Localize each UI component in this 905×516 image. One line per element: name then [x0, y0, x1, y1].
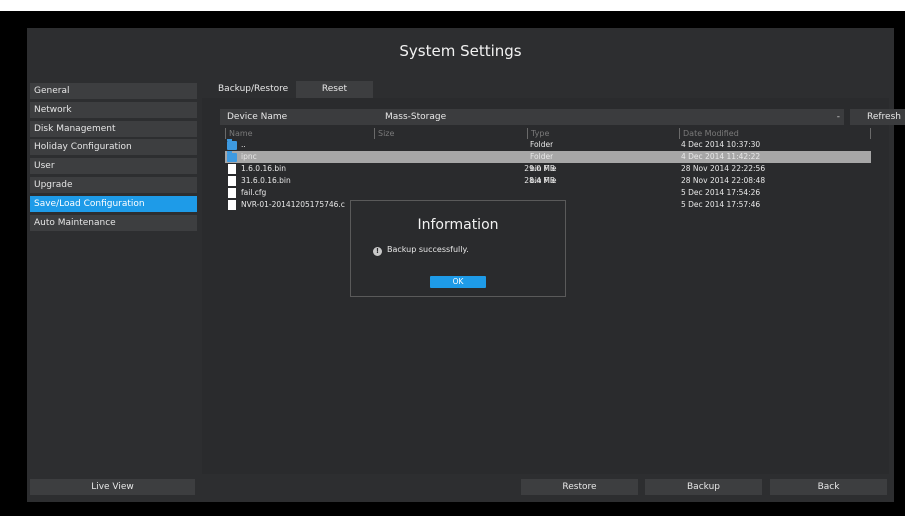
file-date: 28 Nov 2014 22:22:56	[681, 164, 766, 173]
ok-button[interactable]: OK	[430, 276, 486, 288]
refresh-button[interactable]: Refresh	[850, 109, 905, 125]
dropdown-arrow-icon[interactable]: -	[837, 109, 840, 125]
file-date: 5 Dec 2014 17:57:46	[681, 200, 761, 209]
table-row[interactable]: 31.6.0.16.bin 28.4 MB bin File 28 Nov 20…	[225, 175, 871, 187]
column-header-end	[870, 128, 871, 139]
restore-button[interactable]: Restore	[521, 479, 638, 495]
file-name: 31.6.0.16.bin	[241, 176, 291, 185]
sidebar-item-general[interactable]: General	[30, 83, 197, 99]
dialog-title: Information	[417, 217, 499, 233]
file-table-header: Name Size Type Date Modified	[225, 128, 871, 139]
backup-button[interactable]: Backup	[645, 479, 762, 495]
table-row-selected[interactable]: ipnc Folder 4 Dec 2014 11:42:22	[225, 151, 871, 163]
information-dialog: Information ! Backup successfully. OK	[350, 200, 566, 297]
table-row[interactable]: .. Folder 4 Dec 2014 10:37:30	[225, 139, 871, 151]
file-icon	[228, 164, 236, 174]
sidebar-item-auto-maintenance[interactable]: Auto Maintenance	[30, 214, 197, 231]
live-view-button[interactable]: Live View	[30, 479, 195, 495]
sidebar-item-holiday-configuration[interactable]: Holiday Configuration	[30, 139, 197, 156]
column-header-name[interactable]: Name	[225, 128, 253, 139]
file-date: 5 Dec 2014 17:54:26	[681, 188, 761, 197]
sidebar: General Network Disk Management Holiday …	[30, 83, 197, 233]
file-icon	[228, 188, 236, 198]
file-type: bin File	[530, 176, 557, 185]
table-row[interactable]: fail.cfg 5 Dec 2014 17:54:26	[225, 187, 871, 199]
file-icon	[228, 176, 236, 186]
folder-icon	[227, 151, 237, 162]
dialog-message: Backup successfully.	[387, 245, 469, 254]
back-button[interactable]: Back	[770, 479, 887, 495]
file-date: 4 Dec 2014 10:37:30	[681, 140, 761, 149]
sidebar-item-user[interactable]: User	[30, 158, 197, 175]
column-header-date-modified[interactable]: Date Modified	[679, 128, 739, 139]
column-header-size[interactable]: Size	[374, 128, 394, 139]
sidebar-item-network[interactable]: Network	[30, 101, 197, 118]
device-name-label: Device Name	[227, 112, 288, 122]
sidebar-item-upgrade[interactable]: Upgrade	[30, 176, 197, 193]
sidebar-item-save-load-configuration[interactable]: Save/Load Configuration	[30, 195, 197, 212]
tab-reset[interactable]: Reset	[296, 81, 373, 98]
folder-icon	[227, 139, 237, 150]
file-name: fail.cfg	[241, 188, 267, 197]
table-row[interactable]: 1.6.0.16.bin 29.0 MB bin File 28 Nov 201…	[225, 163, 871, 175]
file-type: bin File	[530, 164, 557, 173]
sidebar-item-disk-management[interactable]: Disk Management	[30, 120, 197, 137]
info-icon: !	[373, 247, 382, 256]
file-type: Folder	[530, 152, 554, 161]
file-icon	[228, 200, 236, 210]
tab-backup-restore[interactable]: Backup/Restore	[213, 81, 296, 98]
device-name-value: Mass-Storage	[385, 112, 447, 122]
top-strip	[0, 0, 905, 11]
file-date: 28 Nov 2014 22:08:48	[681, 176, 766, 185]
device-name-select[interactable]: Device Name Mass-Storage -	[220, 109, 844, 125]
file-name: ..	[241, 140, 246, 149]
file-name: 1.6.0.16.bin	[241, 164, 286, 173]
window-title: System Settings	[399, 42, 522, 60]
file-type: Folder	[530, 140, 554, 149]
file-date: 4 Dec 2014 11:42:22	[681, 152, 761, 161]
file-name: ipnc	[241, 152, 257, 161]
column-header-type[interactable]: Type	[527, 128, 549, 139]
